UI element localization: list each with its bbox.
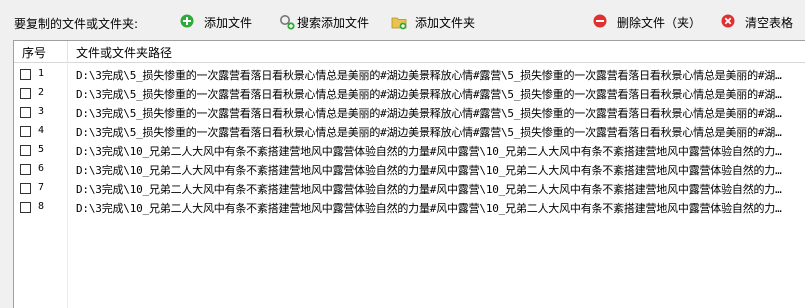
table-header: 序号 文件或文件夹路径: [14, 41, 805, 63]
delete-file-button[interactable]: 删除文件（夹）: [593, 13, 701, 31]
row-checkbox[interactable]: [20, 202, 31, 213]
row-path: D:\3完成\5_损失惨重的一次露营看落日看秋景心情总是美丽的#湖边美景释放心情…: [76, 69, 788, 82]
search-add-icon: [279, 14, 295, 30]
table-row[interactable]: 3 D:\3完成\5_损失惨重的一次露营看落日看秋景心情总是美丽的#湖边美景释放…: [14, 103, 805, 122]
row-checkbox[interactable]: [20, 126, 31, 137]
add-folder-label: 添加文件夹: [415, 15, 476, 30]
folder-add-icon: [391, 14, 407, 30]
row-number: 2: [38, 87, 45, 98]
search-add-file-label: 搜索添加文件: [297, 15, 370, 30]
row-path: D:\3完成\10_兄弟二人大风中有条不紊搭建营地风中露营体验自然的力量#风中露…: [76, 145, 788, 158]
row-checkbox[interactable]: [20, 69, 31, 80]
row-path: D:\3完成\5_损失惨重的一次露营看落日看秋景心情总是美丽的#湖边美景释放心情…: [76, 88, 788, 101]
header-divider: [67, 41, 68, 62]
table-row[interactable]: 5 D:\3完成\10_兄弟二人大风中有条不紊搭建营地风中露营体验自然的力量#风…: [14, 141, 805, 160]
row-path: D:\3完成\10_兄弟二人大风中有条不紊搭建营地风中露营体验自然的力量#风中露…: [76, 183, 788, 196]
toolbar-label: 要复制的文件或文件夹:: [14, 17, 139, 31]
delete-icon: [593, 14, 609, 30]
table-row[interactable]: 8 D:\3完成\10_兄弟二人大风中有条不紊搭建营地风中露营体验自然的力量#风…: [14, 198, 805, 217]
clear-icon: [721, 14, 737, 30]
row-checkbox[interactable]: [20, 88, 31, 99]
delete-file-label: 删除文件（夹）: [617, 15, 702, 30]
row-number: 6: [38, 163, 45, 174]
header-path[interactable]: 文件或文件夹路径: [76, 44, 172, 61]
row-checkbox[interactable]: [20, 164, 31, 175]
table-row[interactable]: 1 D:\3完成\5_损失惨重的一次露营看落日看秋景心情总是美丽的#湖边美景释放…: [14, 65, 805, 84]
table-row[interactable]: 7 D:\3完成\10_兄弟二人大风中有条不紊搭建营地风中露营体验自然的力量#风…: [14, 179, 805, 198]
file-list[interactable]: 序号 文件或文件夹路径 1 D:\3完成\5_损失惨重的一次露营看落日看秋景心情…: [13, 40, 805, 308]
row-path: D:\3完成\5_损失惨重的一次露营看落日看秋景心情总是美丽的#湖边美景释放心情…: [76, 126, 788, 139]
toolbar: 要复制的文件或文件夹: 添加文件 搜索添加文件 添加文件夹 删除文件（夹） 清空…: [0, 0, 805, 40]
add-file-label: 添加文件: [204, 15, 253, 30]
add-file-button[interactable]: 添加文件: [180, 13, 252, 31]
row-number: 1: [38, 68, 45, 79]
row-checkbox[interactable]: [20, 107, 31, 118]
add-icon: [180, 14, 196, 30]
header-index[interactable]: 序号: [22, 44, 46, 61]
row-number: 7: [38, 182, 45, 193]
table-row[interactable]: 2 D:\3完成\5_损失惨重的一次露营看落日看秋景心情总是美丽的#湖边美景释放…: [14, 84, 805, 103]
add-folder-button[interactable]: 添加文件夹: [391, 13, 475, 31]
row-number: 4: [38, 125, 45, 136]
clear-table-button[interactable]: 清空表格: [721, 13, 793, 31]
table-row[interactable]: 6 D:\3完成\10_兄弟二人大风中有条不紊搭建营地风中露营体验自然的力量#风…: [14, 160, 805, 179]
row-path: D:\3完成\10_兄弟二人大风中有条不紊搭建营地风中露营体验自然的力量#风中露…: [76, 164, 788, 177]
row-checkbox[interactable]: [20, 183, 31, 194]
row-number: 8: [38, 201, 45, 212]
row-checkbox[interactable]: [20, 145, 31, 156]
row-number: 3: [38, 106, 45, 117]
row-path: D:\3完成\5_损失惨重的一次露营看落日看秋景心情总是美丽的#湖边美景释放心情…: [76, 107, 788, 120]
row-number: 5: [38, 144, 45, 155]
table-row[interactable]: 4 D:\3完成\5_损失惨重的一次露营看落日看秋景心情总是美丽的#湖边美景释放…: [14, 122, 805, 141]
clear-table-label: 清空表格: [745, 15, 794, 30]
search-add-file-button[interactable]: 搜索添加文件: [279, 13, 369, 31]
row-path: D:\3完成\10_兄弟二人大风中有条不紊搭建营地风中露营体验自然的力量#风中露…: [76, 202, 788, 215]
